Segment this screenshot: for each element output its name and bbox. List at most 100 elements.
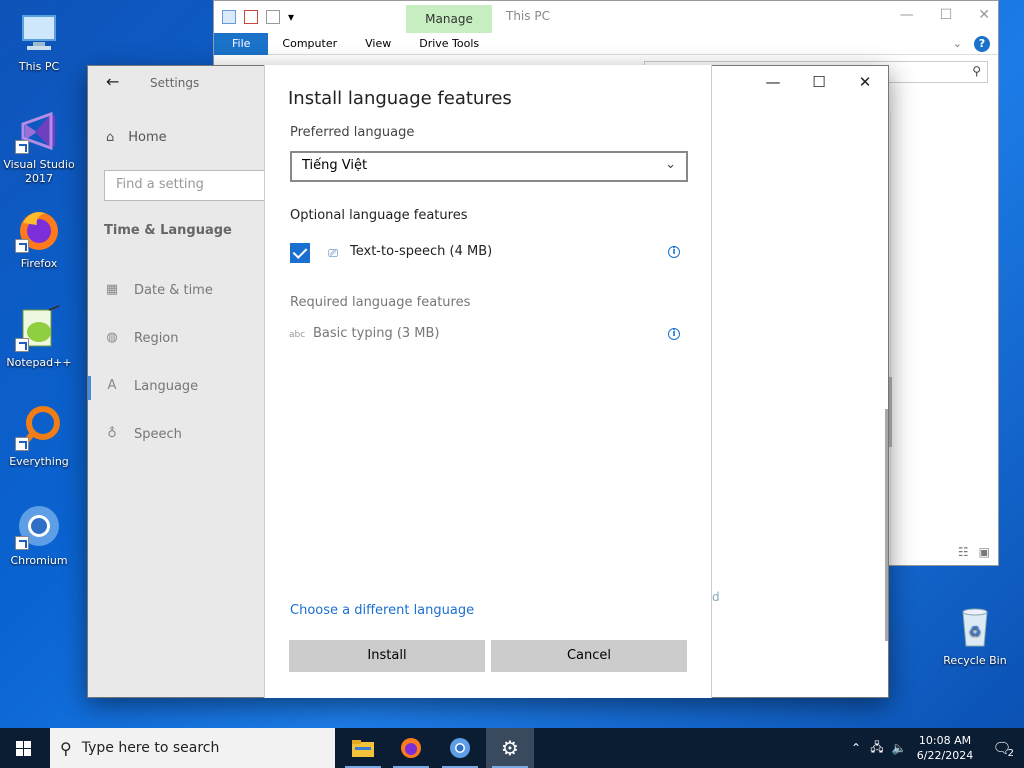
desktop-icon-label: Recycle Bin — [943, 654, 1007, 667]
windows-logo-pane — [16, 749, 23, 756]
required-features-label: Required language features — [290, 295, 471, 310]
start-button[interactable] — [0, 728, 48, 768]
desktop-icon-recycle-bin[interactable]: ♻ Recycle Bin — [937, 602, 1013, 668]
tab-view[interactable]: View — [351, 33, 405, 55]
nav-date-time[interactable]: ▦ Date & time — [104, 282, 213, 298]
optional-features-label: Optional language features — [290, 208, 468, 223]
quick-access-toolbar: ▾ — [222, 10, 296, 24]
shortcut-arrow-icon — [15, 536, 29, 550]
chevron-up-icon[interactable]: ⌃ — [846, 741, 866, 755]
settings-title: Settings — [150, 76, 200, 90]
dialog-title: Install language features — [288, 88, 512, 109]
nav-home-label: Home — [128, 130, 167, 145]
folder-icon — [352, 740, 374, 757]
desktop-icon-label: Firefox — [20, 257, 58, 270]
everything-icon — [15, 403, 63, 451]
nav-label: Speech — [134, 426, 182, 442]
windows-logo-pane — [24, 749, 31, 756]
desktop-icon-this-pc[interactable]: This PC — [1, 8, 77, 74]
properties-icon[interactable] — [244, 10, 258, 24]
shortcut-arrow-icon — [15, 140, 29, 154]
taskbar-search-box[interactable]: ⚲ Type here to search — [50, 728, 335, 768]
preferred-language-dropdown[interactable]: Tiếng Việt ⌄ — [290, 151, 688, 182]
desktop-icon-label: Everything — [9, 455, 69, 468]
taskbar-file-explorer[interactable] — [339, 728, 387, 768]
clock-date: 6/22/2024 — [916, 749, 974, 762]
text-to-speech-checkbox[interactable] — [290, 243, 310, 263]
network-icon[interactable]: 🖧 — [866, 738, 888, 759]
nav-label: Language — [134, 378, 199, 394]
maximize-icon[interactable]: ☐ — [796, 66, 842, 98]
details-view-icon[interactable]: ☷ — [958, 545, 969, 559]
minimize-icon[interactable]: — — [900, 7, 914, 23]
back-arrow-icon[interactable]: ← — [106, 72, 119, 91]
volume-muted-icon[interactable]: 🔈 — [888, 741, 910, 755]
pc-icon[interactable] — [222, 10, 236, 24]
install-button[interactable]: Install — [289, 640, 485, 672]
choose-different-language-link[interactable]: Choose a different language — [290, 603, 474, 618]
desktop-icon-visual-studio[interactable]: Visual Studio 2017 — [1, 106, 77, 186]
settings-scrollbar[interactable] — [885, 409, 888, 641]
tab-file[interactable]: File — [214, 32, 269, 55]
info-icon[interactable]: i — [668, 328, 680, 340]
visual-studio-icon — [15, 106, 63, 154]
search-icon: ⚲ — [972, 64, 981, 78]
explorer-content — [890, 111, 998, 565]
speech-feature-icon: ⎚ — [328, 246, 338, 260]
nav-home[interactable]: ⌂ Home — [106, 130, 167, 145]
firefox-icon — [15, 205, 63, 253]
background-text: d — [712, 590, 720, 604]
tab-computer[interactable]: Computer — [268, 33, 351, 55]
ribbon-expand-icon[interactable]: ⌄ — [953, 37, 962, 50]
globe-icon: ◍ — [106, 330, 118, 345]
nav-label: Date & time — [134, 282, 213, 298]
preferred-language-label: Preferred language — [290, 125, 415, 140]
system-tray: ⌃ 🖧 🔈 10:08 AM 6/22/2024 🗨 2 — [846, 728, 1024, 768]
chromium-icon — [15, 502, 63, 550]
tab-drive-tools[interactable]: Drive Tools — [405, 33, 493, 55]
shortcut-arrow-icon — [15, 437, 29, 451]
chevron-down-icon: ⌄ — [665, 157, 676, 172]
qat-dropdown-icon[interactable]: ▾ — [288, 10, 296, 24]
minimize-icon[interactable]: — — [750, 66, 796, 98]
notification-center-icon[interactable]: 🗨 2 — [980, 739, 1024, 759]
dropdown-value: Tiếng Việt — [302, 158, 368, 173]
settings-window-controls: — ☐ ✕ — [750, 66, 888, 98]
nav-label: Region — [134, 330, 179, 346]
clock-time: 10:08 AM — [918, 734, 972, 747]
windows-logo-pane — [24, 741, 31, 748]
taskbar-settings[interactable]: ⚙ — [486, 728, 534, 768]
taskbar-chromium[interactable] — [436, 728, 484, 768]
nav-speech[interactable]: ♁ Speech — [104, 426, 182, 442]
large-icons-view-icon[interactable]: ▣ — [979, 545, 990, 559]
recycle-bin-icon: ♻ — [951, 602, 999, 650]
gear-icon: ⚙ — [501, 736, 519, 760]
install-language-features-dialog: Install language features Preferred lang… — [264, 65, 712, 698]
info-icon[interactable]: i — [668, 246, 680, 258]
taskbar-firefox[interactable] — [387, 728, 435, 768]
nav-region[interactable]: ◍ Region — [104, 330, 179, 346]
shortcut-arrow-icon — [15, 239, 29, 253]
close-icon[interactable]: ✕ — [978, 7, 990, 23]
desktop-icon-firefox[interactable]: Firefox — [1, 205, 77, 271]
language-icon: A — [107, 378, 117, 393]
calendar-clock-icon: ▦ — [105, 282, 119, 297]
desktop-icon-chromium[interactable]: Chromium — [1, 502, 77, 568]
desktop-icon-notepadpp[interactable]: Notepad++ — [1, 304, 77, 370]
manage-tab[interactable]: Manage — [406, 5, 492, 33]
new-folder-icon[interactable] — [266, 10, 280, 24]
settings-search-input[interactable]: Find a setting — [104, 170, 266, 201]
microphone-icon: ♁ — [107, 426, 117, 441]
chromium-icon — [450, 738, 470, 758]
settings-sidebar: ← Settings ⌂ Home Find a setting Time & … — [88, 66, 266, 697]
windows-logo-icon — [16, 741, 23, 748]
desktop-icon-everything[interactable]: Everything — [1, 403, 77, 469]
help-icon[interactable]: ? — [974, 35, 990, 52]
maximize-icon[interactable]: ☐ — [940, 7, 953, 23]
cancel-button[interactable]: Cancel — [491, 640, 687, 672]
nav-language[interactable]: A Language — [104, 378, 199, 394]
category-heading: Time & Language — [104, 223, 232, 238]
close-icon[interactable]: ✕ — [842, 66, 888, 98]
firefox-icon — [401, 738, 421, 758]
clock[interactable]: 10:08 AM 6/22/2024 — [910, 733, 980, 763]
